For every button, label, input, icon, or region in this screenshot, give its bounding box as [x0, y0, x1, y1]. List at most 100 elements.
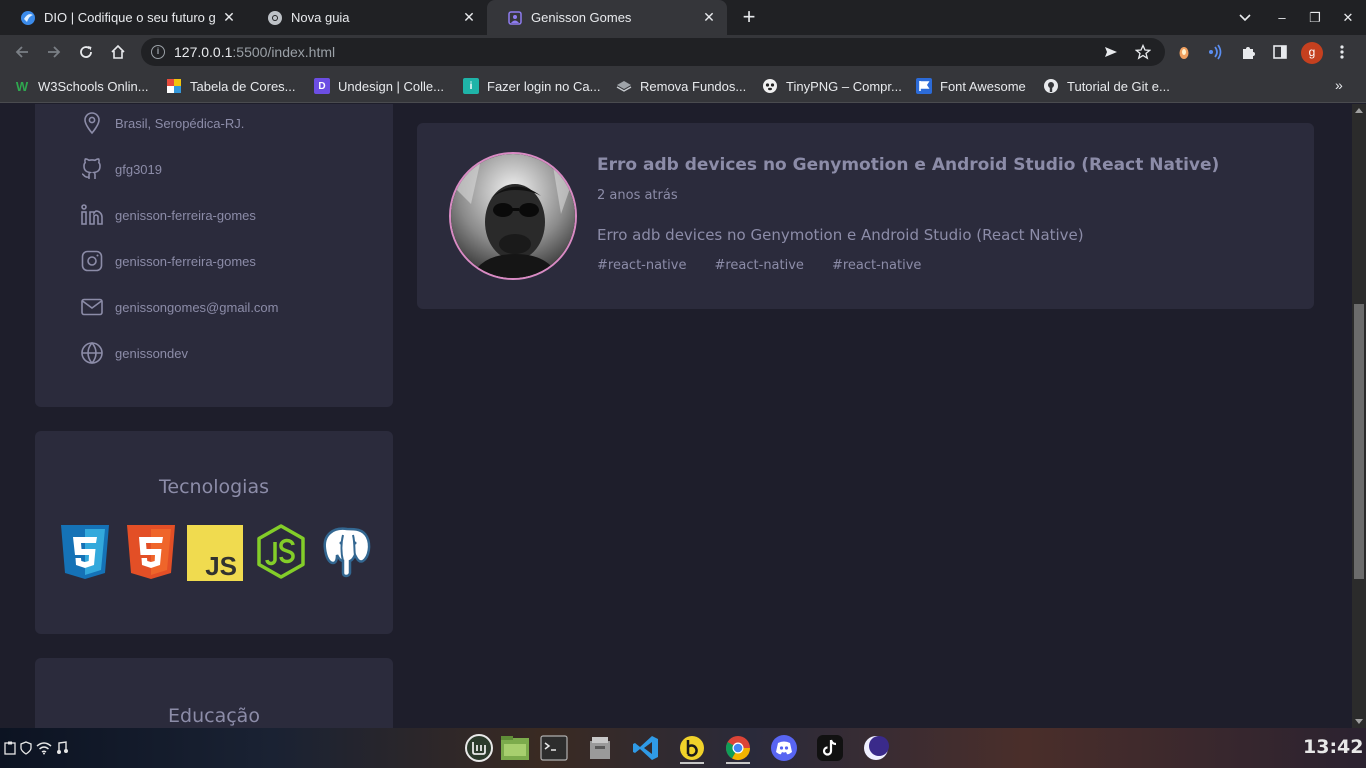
bookmarks-overflow-button[interactable]: »	[1335, 77, 1343, 93]
browser-toolbar: i 127.0.0.1:5500/index.html g	[0, 35, 1366, 69]
vscode-icon[interactable]	[630, 732, 662, 764]
address-bar[interactable]: i 127.0.0.1:5500/index.html	[141, 38, 1165, 66]
send-icon[interactable]	[1101, 42, 1121, 62]
bookmark-undesign[interactable]: D Undesign | Colle...	[314, 77, 444, 95]
contact-instagram[interactable]: genisson-ferreira-gomes	[79, 248, 256, 274]
technologies-icons: JS	[57, 523, 377, 581]
contact-website[interactable]: genissondev	[79, 340, 188, 366]
tag[interactable]: #react-native	[714, 258, 803, 273]
running-indicator	[726, 762, 750, 764]
contact-email[interactable]: genissongomes@gmail.com	[79, 294, 279, 320]
profile-avatar[interactable]: g	[1301, 42, 1323, 64]
page-viewport: Brasil, Seropédica-RJ. gfg3019 genisson-…	[0, 104, 1352, 728]
contact-card: Brasil, Seropédica-RJ. gfg3019 genisson-…	[35, 104, 393, 407]
file-manager-icon[interactable]	[584, 732, 616, 764]
close-icon[interactable]: ✕	[221, 9, 237, 26]
close-icon[interactable]: ✕	[461, 9, 477, 26]
undesign-icon: D	[314, 78, 330, 94]
svg-text:JS: JS	[205, 551, 237, 581]
globe-icon	[79, 340, 105, 366]
scrollbar-thumb[interactable]	[1354, 304, 1364, 579]
location-icon	[79, 110, 105, 136]
maximize-button[interactable]: ❐	[1299, 0, 1331, 35]
bitwarden-icon[interactable]	[676, 732, 708, 764]
contact-github[interactable]: gfg3019	[79, 156, 162, 182]
bookmark-tinypng[interactable]: TinyPNG – Compr...	[762, 77, 902, 95]
removebg-icon	[616, 78, 632, 94]
extension-sound-icon[interactable]	[1206, 42, 1226, 62]
tab-dio[interactable]: DIO | Codifique o seu futuro g ✕	[0, 0, 247, 35]
education-card: Educação	[35, 658, 393, 728]
avatar	[449, 152, 577, 280]
tab-strip: DIO | Codifique o seu futuro g ✕ Nova gu…	[0, 0, 1366, 35]
post-title[interactable]: Erro adb devices no Genymotion e Android…	[597, 155, 1219, 175]
scroll-up-arrow[interactable]	[1355, 108, 1363, 113]
minimize-button[interactable]: –	[1266, 0, 1298, 35]
mint-menu-icon[interactable]	[463, 732, 495, 764]
chrome-icon[interactable]	[722, 732, 754, 764]
tab-search-icon[interactable]	[1229, 0, 1261, 35]
tab-genisson[interactable]: Genisson Gomes ✕	[487, 0, 727, 35]
bookmark-removebg[interactable]: Remova Fundos...	[616, 77, 746, 95]
bookmark-git-tutorial[interactable]: Tutorial de Git e...	[1043, 77, 1170, 95]
tab-title: Nova guia	[291, 10, 350, 25]
bookmark-tabela-cores[interactable]: Tabela de Cores...	[166, 77, 296, 95]
tag[interactable]: #react-native	[597, 258, 686, 273]
tiktok-icon[interactable]	[814, 732, 846, 764]
clock[interactable]: 13:42	[1303, 736, 1363, 758]
bookmark-w3schools[interactable]: W W3Schools Onlin...	[14, 77, 149, 95]
page-scrollbar[interactable]	[1352, 104, 1366, 728]
technologies-card: Tecnologias JS	[35, 431, 393, 634]
forward-button[interactable]	[41, 39, 67, 65]
bookmark-canva[interactable]: i Fazer login no Ca...	[463, 77, 600, 95]
menu-kebab-icon[interactable]	[1332, 42, 1352, 62]
mail-icon	[79, 294, 105, 320]
instagram-icon	[79, 248, 105, 274]
reload-button[interactable]	[73, 39, 99, 65]
post-description: Erro adb devices no Genymotion e Android…	[597, 226, 1084, 244]
close-window-button[interactable]: ✕	[1332, 0, 1364, 35]
moon-app-icon[interactable]	[860, 732, 892, 764]
sound-icon[interactable]	[54, 739, 70, 757]
shield-icon[interactable]	[18, 739, 34, 757]
tab-title: DIO | Codifique o seu futuro g	[44, 10, 215, 25]
w3schools-icon: W	[15, 78, 29, 94]
tab-new[interactable]: Nova guia ✕	[247, 0, 487, 35]
running-indicator	[680, 762, 704, 764]
tag[interactable]: #react-native	[832, 258, 921, 273]
canva-icon: i	[463, 78, 479, 94]
contact-location: Brasil, Seropédica-RJ.	[79, 110, 244, 136]
side-panel-icon[interactable]	[1270, 42, 1290, 62]
education-title: Educação	[168, 705, 260, 727]
discord-icon[interactable]	[768, 732, 800, 764]
wifi-icon[interactable]	[36, 739, 52, 757]
post-card[interactable]: Erro adb devices no Genymotion e Android…	[417, 123, 1314, 309]
bookmark-star-icon[interactable]	[1133, 42, 1153, 62]
scroll-down-arrow[interactable]	[1355, 719, 1363, 724]
bookmarks-bar: W W3Schools Onlin... Tabela de Cores... …	[0, 69, 1366, 103]
extension-orange-icon[interactable]	[1174, 42, 1194, 62]
bookmark-fontawesome[interactable]: Font Awesome	[916, 77, 1026, 95]
tab-title: Genisson Gomes	[531, 10, 632, 25]
extensions-puzzle-icon[interactable]	[1238, 42, 1258, 62]
system-taskbar: 13:42	[0, 728, 1366, 768]
dio-icon	[20, 10, 36, 26]
post-timestamp: 2 anos atrás	[597, 188, 678, 203]
terminal-icon[interactable]	[538, 732, 570, 764]
new-tab-button[interactable]: +	[738, 5, 760, 29]
post-tags: #react-native #react-native #react-nativ…	[597, 258, 921, 273]
home-button[interactable]	[105, 39, 131, 65]
postgresql-icon	[323, 527, 371, 578]
fontawesome-icon	[916, 78, 932, 94]
contact-linkedin[interactable]: genisson-ferreira-gomes	[79, 202, 256, 228]
js-icon: JS	[187, 525, 243, 581]
chrome-icon	[267, 10, 283, 26]
html5-icon	[127, 525, 175, 579]
info-icon[interactable]: i	[151, 45, 165, 59]
url-text[interactable]: 127.0.0.1:5500/index.html	[174, 44, 335, 60]
back-button[interactable]	[9, 39, 35, 65]
files-icon[interactable]	[499, 732, 531, 764]
close-icon[interactable]: ✕	[701, 9, 717, 26]
clipboard-icon[interactable]	[2, 739, 18, 757]
github-icon	[79, 156, 105, 182]
